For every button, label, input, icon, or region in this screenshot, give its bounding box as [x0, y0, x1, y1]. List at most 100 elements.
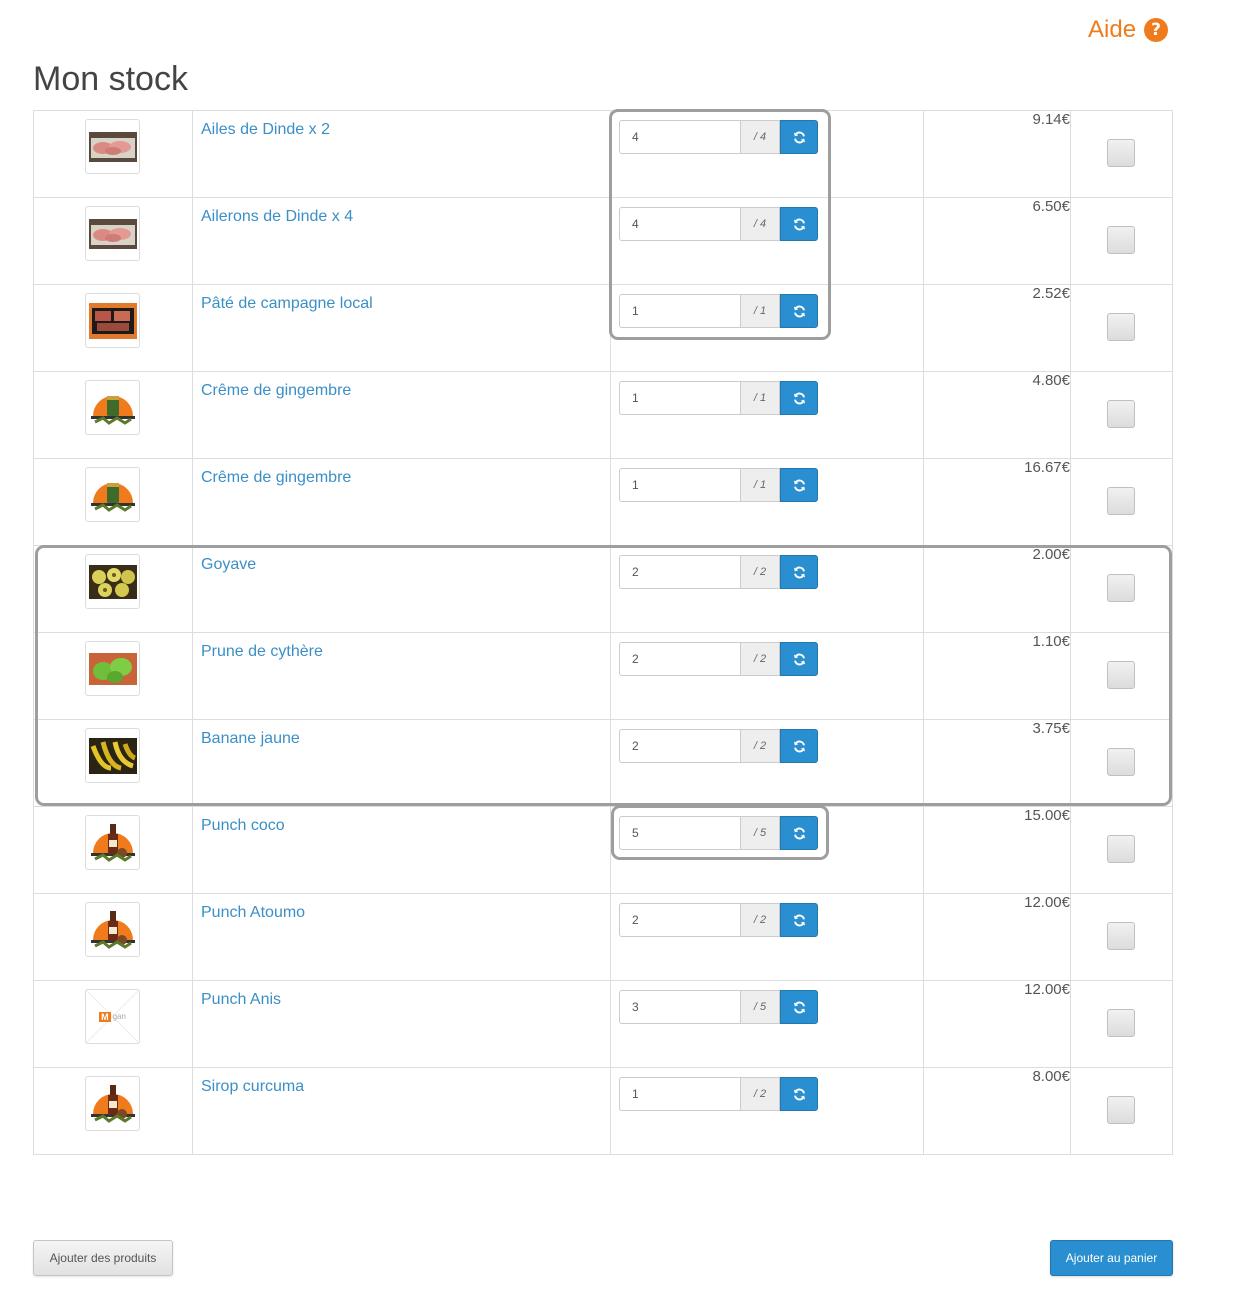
product-name-link[interactable]: Pâté de campagne local	[201, 295, 373, 313]
product-image-cell	[33, 806, 193, 894]
poultry-meat-image	[88, 131, 137, 162]
row-select-checkbox[interactable]	[1107, 139, 1135, 167]
refresh-quantity-button[interactable]	[780, 816, 818, 850]
product-name-link[interactable]: Ailerons de Dinde x 4	[201, 208, 353, 226]
product-row: Mgan Punch Anis / 5 12.00€	[33, 980, 1173, 1068]
row-select-checkbox[interactable]	[1107, 835, 1135, 863]
select-cell	[1070, 1067, 1173, 1155]
quantity-input[interactable]	[619, 903, 740, 937]
product-thumbnail[interactable]	[85, 641, 140, 696]
product-image-cell	[33, 284, 193, 372]
price-cell: 8.00€	[923, 1067, 1071, 1155]
quantity-input[interactable]	[619, 990, 740, 1024]
refresh-quantity-button[interactable]	[780, 903, 818, 937]
quantity-input[interactable]	[619, 729, 740, 763]
product-thumbnail[interactable]	[85, 1076, 140, 1131]
quantity-max-addon: / 4	[740, 207, 780, 241]
select-cell	[1070, 806, 1173, 894]
product-name-cell: Ailes de Dinde x 2	[192, 110, 611, 198]
product-thumbnail[interactable]	[85, 902, 140, 957]
quantity-input[interactable]	[619, 120, 740, 154]
add-products-button[interactable]: Ajouter des produits	[33, 1240, 173, 1276]
product-image-cell	[33, 719, 193, 807]
product-row: Crême de gingembre / 1 4.80€	[33, 371, 1173, 459]
product-name-cell: Punch Anis	[192, 980, 611, 1068]
product-name-link[interactable]: Punch Atoumo	[201, 904, 305, 922]
product-thumbnail[interactable]: Mgan	[85, 989, 140, 1044]
quantity-max-addon: / 2	[740, 729, 780, 763]
product-image-cell: Mgan	[33, 980, 193, 1068]
quantity-input[interactable]	[619, 294, 740, 328]
refresh-quantity-button[interactable]	[780, 381, 818, 415]
product-row: Punch coco / 5 15.00€	[33, 806, 1173, 894]
row-select-checkbox[interactable]	[1107, 661, 1135, 689]
quantity-input-group: / 1	[619, 381, 819, 415]
row-select-checkbox[interactable]	[1107, 1096, 1135, 1124]
product-name-link[interactable]: Punch Anis	[201, 991, 281, 1009]
row-select-checkbox[interactable]	[1107, 922, 1135, 950]
refresh-quantity-button[interactable]	[780, 642, 818, 676]
select-cell	[1070, 110, 1173, 198]
product-name-cell: Sirop curcuma	[192, 1067, 611, 1155]
product-name-link[interactable]: Crême de gingembre	[201, 382, 351, 400]
product-thumbnail[interactable]	[85, 728, 140, 783]
quantity-max-addon: / 4	[740, 120, 780, 154]
question-circle-icon: ?	[1144, 18, 1169, 42]
refresh-icon	[793, 827, 806, 840]
product-name-link[interactable]: Goyave	[201, 556, 256, 574]
product-thumbnail[interactable]	[85, 815, 140, 870]
row-select-checkbox[interactable]	[1107, 313, 1135, 341]
quantity-input[interactable]	[619, 1077, 740, 1111]
row-select-checkbox[interactable]	[1107, 574, 1135, 602]
product-name-link[interactable]: Banane jaune	[201, 730, 300, 748]
product-thumbnail[interactable]	[85, 380, 140, 435]
product-thumbnail[interactable]	[85, 293, 140, 348]
product-name-cell: Crême de gingembre	[192, 458, 611, 546]
quantity-input[interactable]	[619, 816, 740, 850]
row-select-checkbox[interactable]	[1107, 400, 1135, 428]
product-name-link[interactable]: Ailes de Dinde x 2	[201, 121, 330, 139]
quantity-input[interactable]	[619, 555, 740, 589]
refresh-quantity-button[interactable]	[780, 468, 818, 502]
product-thumbnail[interactable]	[85, 206, 140, 261]
help-link[interactable]: Aide ?	[1088, 16, 1169, 44]
quantity-input[interactable]	[619, 207, 740, 241]
product-row: Crême de gingembre / 1 16.67€	[33, 458, 1173, 546]
quantity-cell: / 4	[610, 110, 924, 198]
product-thumbnail[interactable]	[85, 554, 140, 609]
product-row: Banane jaune / 2 3.75€	[33, 719, 1173, 807]
brand-bottle-image	[89, 908, 137, 952]
row-select-checkbox[interactable]	[1107, 487, 1135, 515]
add-to-cart-button[interactable]: Ajouter au panier	[1050, 1240, 1173, 1276]
product-thumbnail[interactable]	[85, 467, 140, 522]
product-name-link[interactable]: Prune de cythère	[201, 643, 323, 661]
product-row: Prune de cythère / 2 1.10€	[33, 632, 1173, 720]
row-select-checkbox[interactable]	[1107, 226, 1135, 254]
product-name-link[interactable]: Punch coco	[201, 817, 285, 835]
product-name-link[interactable]: Sirop curcuma	[201, 1078, 304, 1096]
refresh-quantity-button[interactable]	[780, 729, 818, 763]
refresh-icon	[793, 305, 806, 318]
refresh-quantity-button[interactable]	[780, 294, 818, 328]
quantity-input[interactable]	[619, 642, 740, 676]
refresh-icon	[793, 392, 806, 405]
refresh-quantity-button[interactable]	[780, 207, 818, 241]
quantity-input[interactable]	[619, 468, 740, 502]
price-cell: 4.80€	[923, 371, 1071, 459]
quantity-input[interactable]	[619, 381, 740, 415]
row-select-checkbox[interactable]	[1107, 748, 1135, 776]
refresh-quantity-button[interactable]	[780, 1077, 818, 1111]
product-image-cell	[33, 371, 193, 459]
product-name-link[interactable]: Crême de gingembre	[201, 469, 351, 487]
price-cell: 6.50€	[923, 197, 1071, 285]
product-thumbnail[interactable]	[85, 119, 140, 174]
refresh-quantity-button[interactable]	[780, 555, 818, 589]
quantity-input-group: / 1	[619, 294, 819, 328]
pate-tray-image	[88, 302, 137, 339]
quantity-input-group: / 5	[619, 990, 819, 1024]
refresh-quantity-button[interactable]	[780, 990, 818, 1024]
refresh-quantity-button[interactable]	[780, 120, 818, 154]
product-image-cell	[33, 1067, 193, 1155]
row-select-checkbox[interactable]	[1107, 1009, 1135, 1037]
select-cell	[1070, 197, 1173, 285]
